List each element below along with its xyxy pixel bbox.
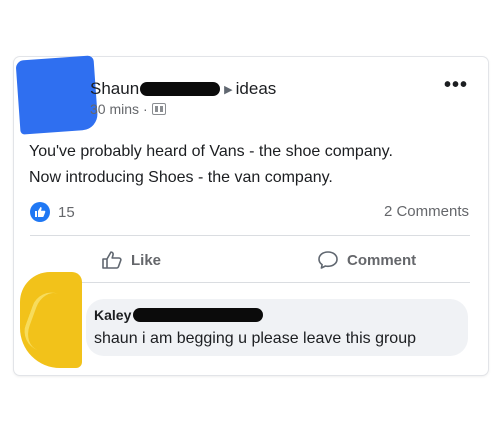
group-name[interactable]: ideas <box>236 79 277 99</box>
like-label: Like <box>131 251 162 269</box>
like-thumb-icon <box>30 202 50 222</box>
group-privacy-icon <box>151 103 166 115</box>
comment-author[interactable]: Kaley <box>94 307 131 323</box>
like-button[interactable]: Like <box>101 250 161 270</box>
post-meta: 30 mins · <box>90 101 166 117</box>
more-options-icon[interactable]: ••• <box>444 75 468 95</box>
comment-label: Comment <box>347 251 417 269</box>
post-time[interactable]: 30 mins <box>90 101 139 117</box>
reaction-count: 15 <box>58 203 75 221</box>
comment-author-row: Kaley <box>94 307 264 323</box>
arrow-right-icon: ▶ <box>224 83 233 96</box>
comment-button[interactable]: Comment <box>317 250 416 270</box>
redaction-bar <box>140 82 221 96</box>
post-line: You've probably heard of Vans - the shoe… <box>29 143 393 160</box>
meta-separator: · <box>143 101 148 117</box>
divider <box>30 282 470 283</box>
author-avatar[interactable] <box>15 55 99 135</box>
author-name[interactable]: Shaun <box>90 79 139 99</box>
reaction-summary[interactable]: 15 <box>30 202 75 222</box>
speech-bubble-icon <box>318 251 338 269</box>
post-body: You've probably heard of Vans - the shoe… <box>29 139 469 191</box>
divider <box>30 235 470 236</box>
post-header: Shaun ▶ ideas <box>90 78 276 100</box>
comment-text: shaun i am begging u please leave this g… <box>94 330 416 347</box>
post-line: Now introducing Shoes - the van company. <box>29 169 333 186</box>
thumb-up-outline-icon <box>102 251 122 269</box>
comments-count-link[interactable]: 2 Comments <box>384 203 469 220</box>
redaction-bar <box>133 308 264 322</box>
